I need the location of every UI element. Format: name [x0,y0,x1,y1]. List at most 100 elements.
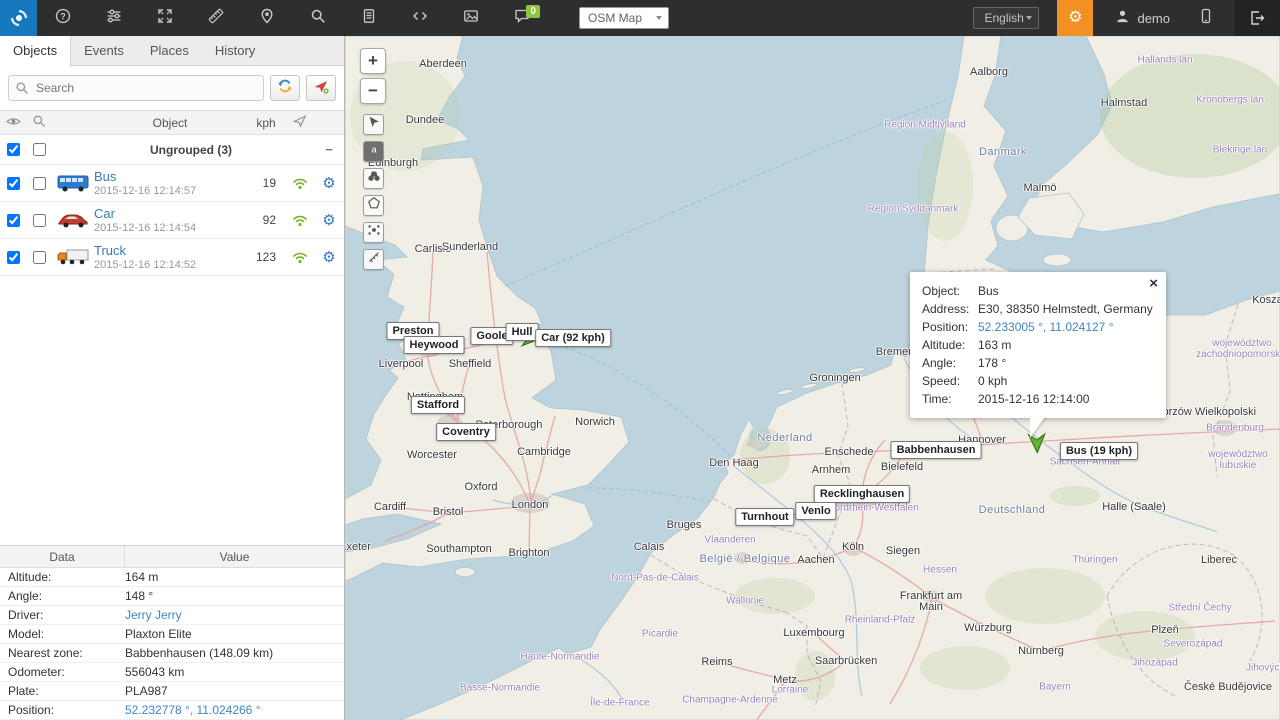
data-value[interactable]: 52.232778 °, 11.024266 ° [125,703,344,717]
popup-value: 0 kph [978,372,1154,390]
zoom-out-button[interactable]: − [360,78,386,104]
map-tools: a [363,114,384,276]
visibility-column-icon[interactable] [0,116,26,130]
sidebar-tabs: ObjectsEventsPlacesHistory [0,36,344,66]
object-table-header: Object kph [0,110,344,135]
expand-button[interactable] [139,0,190,36]
tab-places[interactable]: Places [137,36,202,65]
mobile-app-button[interactable] [1186,8,1226,29]
group-collapse-button[interactable]: − [314,142,344,157]
group-select-checkbox[interactable] [33,143,46,156]
map-badge-babbenhausen[interactable]: Babbenhausen [891,441,982,459]
zoom-to-column-icon[interactable] [26,114,52,131]
popup-row: Time:2015-12-16 12:14:00 [922,390,1154,408]
map-badge-bus[interactable]: Bus (19 kph) [1060,442,1138,460]
object-speed: 92 [246,213,286,227]
tab-events[interactable]: Events [71,36,137,65]
show-all-objects-button[interactable] [270,75,300,101]
zoom-in-button[interactable]: + [360,48,386,74]
map-badge-hull[interactable]: Hull [506,323,539,341]
map-tool-cluster-button[interactable] [363,222,384,243]
search-icon [15,81,29,100]
expand-icon [157,8,173,29]
object-row-bus[interactable]: Bus2015-12-16 12:14:5719⚙ [0,165,344,202]
user-menu[interactable]: demo [1093,9,1186,27]
group-row[interactable]: Ungrouped (3) − [0,135,344,165]
data-value[interactable]: Jerry Jerry [125,608,344,622]
detail-row: Odometer:556043 km [0,663,344,682]
popup-label: Object: [922,282,978,300]
ruler-icon [208,8,224,29]
settings-sliders-button[interactable] [88,0,139,36]
image-button[interactable] [445,0,496,36]
gear-icon: ⚙ [322,213,335,228]
sidebar: ObjectsEventsPlacesHistory Object kph Un… [0,36,345,720]
popup-value[interactable]: 52.233005 °, 11.024127 ° [978,318,1154,336]
map-badge-heywood[interactable]: Heywood [404,336,465,354]
search-input[interactable] [8,75,264,101]
popup-rows: Object:BusAddress:E30, 38350 Helmstedt, … [922,282,1154,408]
popup-value: 163 m [978,336,1154,354]
map-tool-measure-button[interactable] [363,249,384,270]
object-visible-checkbox[interactable] [7,251,20,264]
marker-button[interactable] [241,0,292,36]
signal-icon [286,176,314,190]
chat-button[interactable]: 0 [496,0,547,36]
object-timestamp: 2015-12-16 12:14:57 [94,185,246,197]
popup-value: E30, 38350 Helmstedt, Germany [978,300,1154,318]
eye-icon [6,116,21,130]
object-name[interactable]: Bus [94,169,246,184]
object-name[interactable]: Car [94,206,246,221]
object-select-checkbox[interactable] [33,214,46,227]
object-row-car[interactable]: Car2015-12-16 12:14:5492⚙ [0,202,344,239]
object-visible-checkbox[interactable] [7,214,20,227]
map-badge-coventry[interactable]: Coventry [436,423,496,441]
search-button[interactable] [292,0,343,36]
follow-column-icon[interactable] [286,114,314,131]
map[interactable]: Region MidtjyllandRegion SyddanmarkHalla… [345,36,1280,720]
vehicle-image [52,210,94,230]
popup-close-button[interactable]: × [1149,275,1158,292]
user-icon [1115,9,1130,27]
code-button[interactable] [394,0,445,36]
data-label: Altitude: [0,570,125,584]
group-visible-checkbox[interactable] [7,143,20,156]
app-logo[interactable] [0,0,37,36]
map-tool-follow-cursor-button[interactable] [363,114,384,135]
svg-text:?: ? [60,11,66,21]
object-settings-button[interactable]: ⚙ [314,213,344,228]
ruler-button[interactable] [190,0,241,36]
image-icon [463,8,479,29]
object-settings-button[interactable]: ⚙ [314,250,344,265]
object-select-checkbox[interactable] [33,177,46,190]
data-value: Plaxton Elite [125,627,344,641]
logout-button[interactable] [1234,0,1280,36]
tab-history[interactable]: History [202,36,268,65]
admin-settings-button[interactable]: ⚙ [1057,0,1093,36]
map-badge-turnhout[interactable]: Turnhout [735,508,794,526]
object-select-checkbox[interactable] [33,251,46,264]
object-name[interactable]: Truck [94,243,246,258]
map-badge-venlo[interactable]: Venlo [795,502,836,520]
help-button[interactable]: ? [37,0,88,36]
map-badge-stafford[interactable]: Stafford [411,396,465,414]
marker-icon [259,8,275,29]
map-badge-car[interactable]: Car (92 kph) [535,329,611,347]
follow-object-button[interactable] [306,75,336,101]
chevron-down-icon [656,16,662,20]
map-tool-binoculars-button[interactable] [363,168,384,189]
tab-objects[interactable]: Objects [0,36,71,67]
language-select[interactable]: English [973,7,1039,29]
logo-icon [9,8,29,28]
map-tool-shape-button[interactable] [363,195,384,216]
popup-tail [1030,417,1045,438]
object-visible-checkbox[interactable] [7,177,20,190]
map-tool-labels-button[interactable]: a [363,141,384,162]
map-type-select[interactable]: OSM Map [579,7,669,29]
popup-row: Object:Bus [922,282,1154,300]
object-row-truck[interactable]: Truck2015-12-16 12:14:52123⚙ [0,239,344,276]
report-button[interactable] [343,0,394,36]
object-settings-button[interactable]: ⚙ [314,176,344,191]
signal-icon [286,213,314,227]
map-badge-recklinghausen[interactable]: Recklinghausen [814,485,910,503]
